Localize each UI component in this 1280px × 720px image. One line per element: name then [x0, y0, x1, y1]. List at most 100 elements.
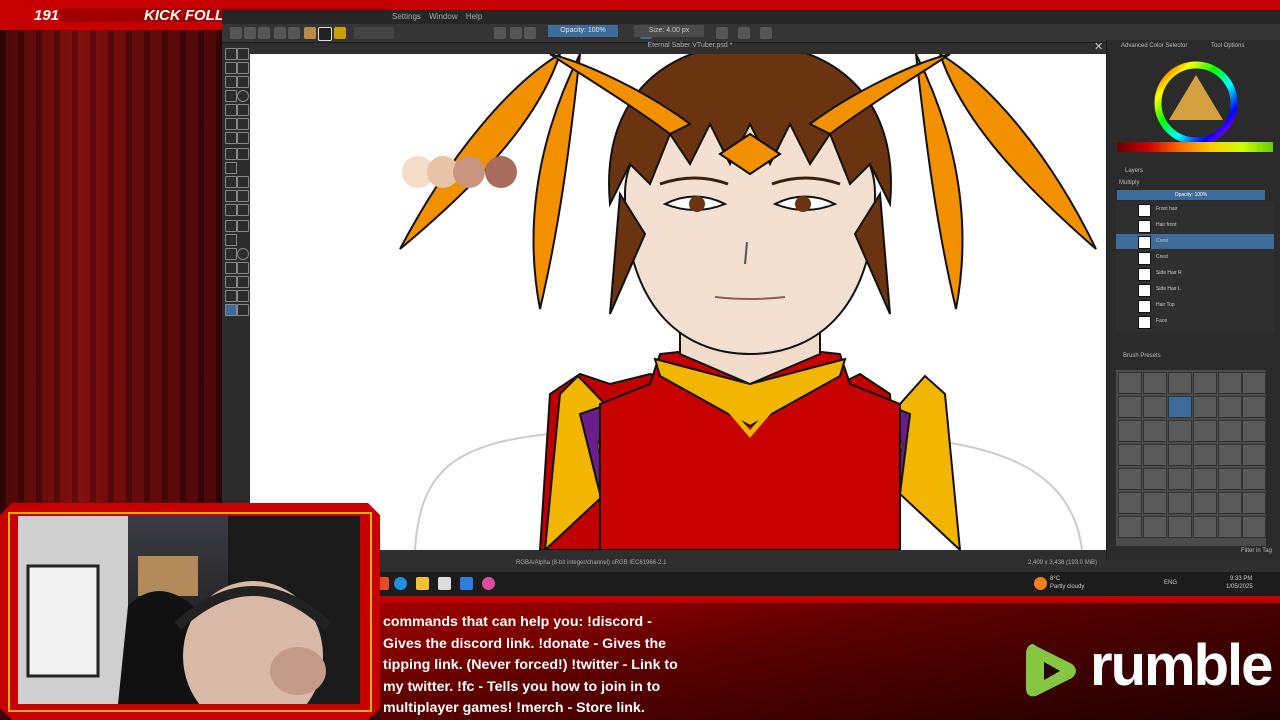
brush-preset[interactable] [1218, 444, 1242, 466]
menu-settings[interactable]: Settings [392, 12, 421, 21]
brush-preset[interactable] [1118, 420, 1142, 442]
opacity-slider[interactable]: Opacity: 100% [548, 25, 618, 37]
drawing-canvas[interactable] [250, 54, 1106, 550]
brush-preset[interactable] [1118, 372, 1142, 394]
zoom-tool-icon[interactable] [225, 304, 237, 316]
brush-preset[interactable] [1193, 492, 1217, 514]
layer-row[interactable]: Front hair [1116, 202, 1274, 217]
layer-row[interactable]: Face [1116, 314, 1274, 329]
freehand-select-icon[interactable] [237, 262, 249, 274]
brush-preset[interactable] [1193, 468, 1217, 490]
layer-row[interactable]: Crest [1116, 250, 1274, 265]
brush-preset[interactable] [1242, 516, 1266, 538]
ellipse-select-icon[interactable] [237, 248, 249, 260]
file-explorer-icon[interactable] [416, 577, 429, 590]
brush-preset[interactable] [1242, 468, 1266, 490]
rect-select-icon[interactable] [225, 248, 237, 260]
brush-preset[interactable] [1193, 372, 1217, 394]
brush-preset-icon[interactable] [334, 27, 346, 39]
language-indicator[interactable]: ENG [1164, 580, 1177, 586]
polygon-select-icon[interactable] [225, 262, 237, 274]
clock-time[interactable]: 9:33 PM [1230, 576, 1252, 582]
store-icon[interactable] [438, 577, 451, 590]
brush-preset[interactable] [1242, 420, 1266, 442]
reload-icon[interactable] [524, 27, 536, 39]
open-file-icon[interactable] [244, 27, 256, 39]
eraser-icon[interactable] [494, 27, 506, 39]
smart-patch-icon[interactable] [237, 190, 249, 202]
brush-preset[interactable] [1218, 492, 1242, 514]
brush-preset[interactable] [1218, 396, 1242, 418]
enclose-fill-icon[interactable] [237, 204, 249, 216]
measure-tool-icon[interactable] [237, 220, 249, 232]
menu-help[interactable]: Help [466, 12, 482, 21]
brush-preset[interactable] [1168, 372, 1192, 394]
brush-preset[interactable] [1242, 372, 1266, 394]
blend-mode-label[interactable]: Multiply [1119, 180, 1139, 186]
contiguous-select-icon[interactable] [225, 276, 237, 288]
layer-row[interactable]: Hair front [1116, 218, 1274, 233]
mirror-v-icon[interactable] [738, 27, 750, 39]
brush-preset[interactable] [1193, 396, 1217, 418]
text-tool-icon[interactable] [237, 48, 249, 60]
polygon-tool-icon[interactable] [225, 104, 237, 116]
brush-preset[interactable] [1193, 516, 1217, 538]
layer-row[interactable]: Side Hair L [1116, 282, 1274, 297]
brush-preset[interactable] [1143, 516, 1167, 538]
blend-mode-select[interactable] [354, 27, 394, 39]
pan-tool-icon[interactable] [237, 304, 249, 316]
filter-tag-label[interactable]: Filter in Tag [1241, 548, 1272, 554]
assistant-tool-icon[interactable] [225, 220, 237, 232]
brush-preset[interactable] [1168, 492, 1192, 514]
brush-preset[interactable] [1168, 516, 1192, 538]
pattern-icon[interactable] [318, 27, 332, 41]
brush-preset[interactable] [1143, 444, 1167, 466]
brush-preset[interactable] [1118, 468, 1142, 490]
edge-icon[interactable] [394, 577, 407, 590]
color-history-strip[interactable] [1117, 142, 1273, 152]
move-tool-icon[interactable] [237, 148, 249, 160]
brush-preset[interactable] [1118, 516, 1142, 538]
brush-preset[interactable] [1193, 444, 1217, 466]
layer-row-active[interactable]: Crest [1116, 234, 1274, 249]
brush-preset[interactable] [1168, 468, 1192, 490]
brush-preset[interactable] [1193, 420, 1217, 442]
fill-tool-icon[interactable] [225, 204, 237, 216]
polyline-tool-icon[interactable] [237, 104, 249, 116]
gradient-icon[interactable] [304, 27, 316, 39]
brush-preset[interactable] [1218, 420, 1242, 442]
layer-row[interactable]: Side Hair R [1116, 266, 1274, 281]
save-icon[interactable] [258, 27, 270, 39]
brush-preset[interactable] [1143, 492, 1167, 514]
mail-icon[interactable] [460, 577, 473, 590]
wrap-icon[interactable] [760, 27, 772, 39]
brush-preset[interactable] [1118, 492, 1142, 514]
color-wheel[interactable] [1153, 60, 1239, 146]
brush-preset[interactable] [1168, 444, 1192, 466]
brush-preset[interactable] [1118, 396, 1142, 418]
close-icon[interactable]: ✕ [1094, 40, 1103, 53]
reference-tool-icon[interactable] [225, 234, 237, 246]
brush-preset-selected[interactable] [1168, 396, 1192, 418]
brush-preset[interactable] [1218, 372, 1242, 394]
brush-tool-icon[interactable] [225, 76, 237, 88]
krita-icon[interactable] [482, 577, 495, 590]
brush-preset[interactable] [1242, 396, 1266, 418]
preserve-alpha-icon[interactable] [510, 27, 522, 39]
brush-preset[interactable] [1218, 468, 1242, 490]
layer-row[interactable]: Hair Top [1116, 298, 1274, 313]
bezier-select-icon[interactable] [225, 290, 237, 302]
menu-window[interactable]: Window [429, 12, 457, 21]
tool-options-tab[interactable]: Tool Options [1211, 43, 1244, 49]
brush-preset[interactable] [1168, 420, 1192, 442]
brush-preset[interactable] [1143, 420, 1167, 442]
weather-icon[interactable] [1034, 577, 1047, 590]
gradient-tool-icon[interactable] [225, 176, 237, 188]
freehand-path-icon[interactable] [237, 118, 249, 130]
transform-tool-icon[interactable] [225, 148, 237, 160]
brush-preset[interactable] [1218, 516, 1242, 538]
dynamic-brush-icon[interactable] [225, 132, 237, 144]
rectangle-tool-icon[interactable] [225, 90, 237, 102]
clock-date[interactable]: 1/05/2025 [1226, 584, 1253, 590]
redo-icon[interactable] [288, 27, 300, 39]
